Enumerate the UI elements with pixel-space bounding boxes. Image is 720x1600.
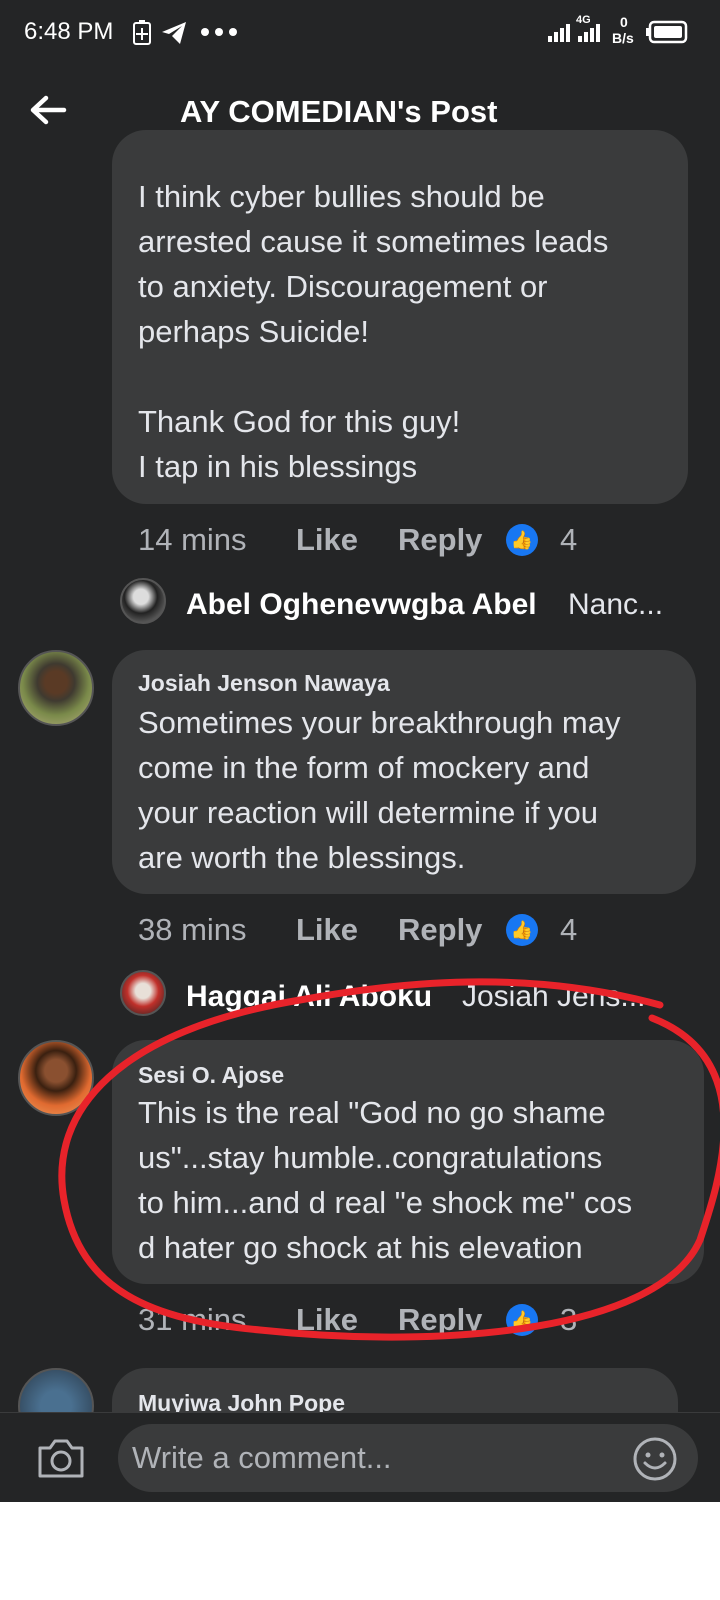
screen: 6:48 PM 4G 0 B/s AY COMEDIAN's Post I th… bbox=[0, 0, 720, 1502]
comment-input-placeholder: Write a comment... bbox=[132, 1440, 392, 1475]
emoji-icon[interactable] bbox=[632, 1436, 678, 1482]
red-annotation-circle bbox=[58, 978, 720, 1341]
camera-icon[interactable] bbox=[36, 1436, 86, 1480]
